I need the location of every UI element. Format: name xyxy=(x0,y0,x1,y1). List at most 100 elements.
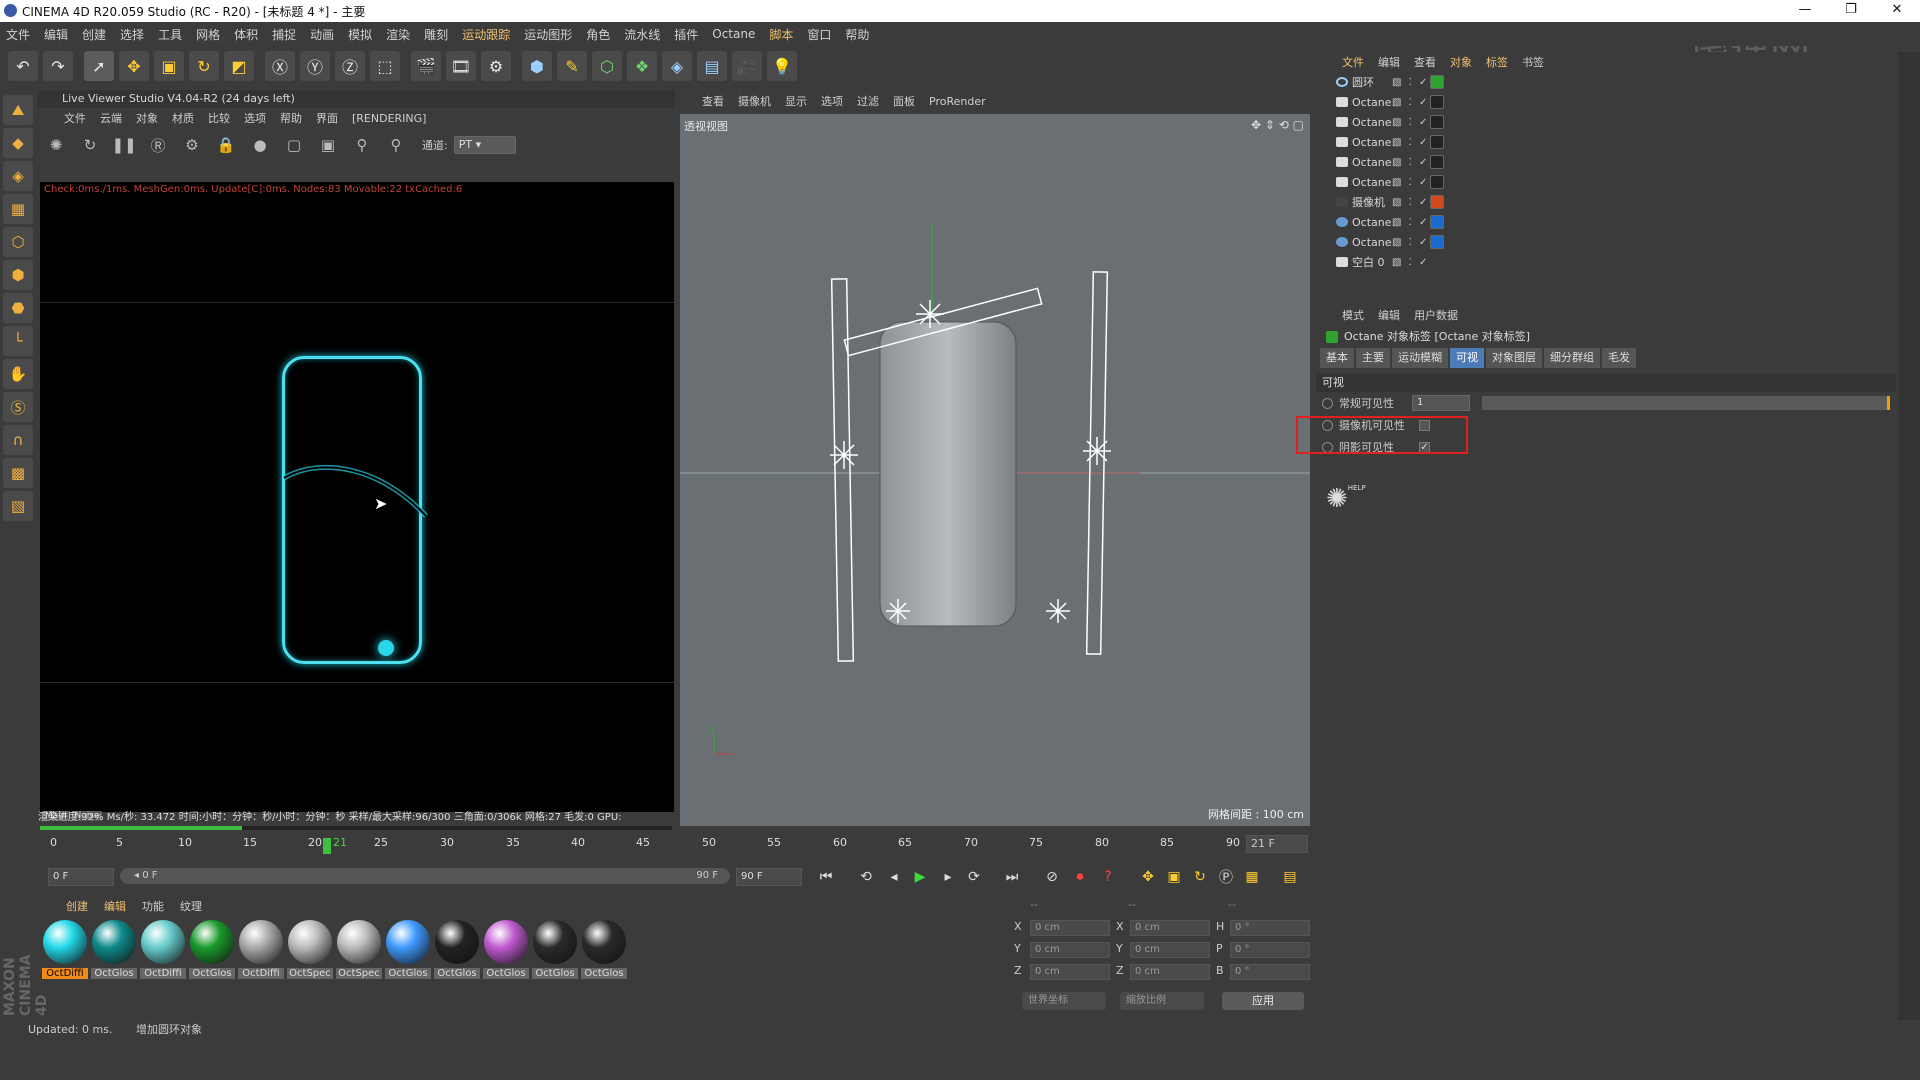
mat-menu-texture[interactable]: 纹理 xyxy=(180,898,202,914)
deformer-icon[interactable]: ◈ xyxy=(662,51,692,81)
menu-help[interactable]: 帮助 xyxy=(845,26,869,43)
octane-tag-icon[interactable] xyxy=(1430,155,1444,169)
material-preview-icon[interactable]: ● xyxy=(248,133,272,157)
render-canvas[interactable]: Check:0ms./1ms. MeshGen:0ms. Update[C]:0… xyxy=(40,182,674,812)
size-z-field[interactable]: 0 cm xyxy=(1130,964,1210,980)
obj-menu-view[interactable]: 查看 xyxy=(1414,54,1436,70)
rot-p-field[interactable]: 0 ° xyxy=(1230,942,1310,958)
object-row[interactable]: Octane ▧ ⁚ ✓ xyxy=(1316,132,1896,152)
mat-menu-create[interactable]: 创建 xyxy=(66,898,88,914)
object-flags[interactable]: ▧ ⁚ ✓ xyxy=(1392,237,1429,248)
octane-tag-icon[interactable] xyxy=(1430,195,1444,209)
vp-menu-filter[interactable]: 过滤 xyxy=(857,93,879,109)
tab-subdivision-group[interactable]: 细分群组 xyxy=(1544,348,1600,368)
pos-z-field[interactable]: 0 cm xyxy=(1030,964,1110,980)
size-y-field[interactable]: 0 cm xyxy=(1130,942,1210,958)
coord-mode-select[interactable]: 世界坐标 xyxy=(1022,992,1106,1010)
material-item[interactable]: OctGlos xyxy=(532,920,578,979)
timeline-ruler[interactable]: 0 5 10 15 20 21 25 30 35 40 45 50 55 60 … xyxy=(38,834,1312,856)
rotate-icon[interactable]: ↻ xyxy=(189,51,219,81)
light-icon[interactable]: 💡 xyxy=(767,51,797,81)
menu-motion-tracking[interactable]: 运动跟踪 xyxy=(462,26,510,43)
octane-tag-icon[interactable] xyxy=(1430,215,1444,229)
menu-render[interactable]: 渲染 xyxy=(386,26,410,43)
object-row[interactable]: 空白 0 ▧ ⁚ ✓ xyxy=(1316,252,1896,272)
start-frame-field[interactable]: 0 F xyxy=(48,868,114,886)
vp-menu-options[interactable]: 选项 xyxy=(821,93,843,109)
material-item[interactable]: OctDiffi xyxy=(42,920,88,979)
material-item[interactable]: OctGlos xyxy=(385,920,431,979)
tab-hair[interactable]: 毛发 xyxy=(1602,348,1636,368)
polygons-mode-icon[interactable]: ⬣ xyxy=(3,293,33,323)
go-to-start-icon[interactable]: ⏮ xyxy=(814,865,838,889)
object-row[interactable]: Octane ▧ ⁚ ✓ xyxy=(1316,152,1896,172)
subdivision-icon[interactable]: ⬡ xyxy=(592,51,622,81)
obj-menu-bookmarks[interactable]: 书签 xyxy=(1522,54,1544,70)
key-position-icon[interactable]: ✥ xyxy=(1136,865,1160,889)
scale-mode-select[interactable]: 缩放比例 xyxy=(1120,992,1204,1010)
edges-mode-icon[interactable]: ⬢ xyxy=(3,260,33,290)
octane-tag-icon[interactable] xyxy=(1430,75,1444,89)
prev-key-icon[interactable]: ⟲ xyxy=(854,865,878,889)
camera-icon[interactable]: 🎥 xyxy=(732,51,762,81)
material-item[interactable]: OctGlos xyxy=(434,920,480,979)
octane-tag-icon[interactable] xyxy=(1430,135,1444,149)
menu-animate[interactable]: 动画 xyxy=(310,26,334,43)
object-flags[interactable]: ▧ ⁚ ✓ xyxy=(1392,157,1429,168)
region-render-icon[interactable]: Ⓡ xyxy=(146,133,170,157)
menu-script[interactable]: 脚本 xyxy=(769,26,793,43)
menu-pipeline[interactable]: 流水线 xyxy=(624,26,660,43)
menu-tools[interactable]: 工具 xyxy=(158,26,182,43)
redo-icon[interactable]: ↷ xyxy=(43,51,73,81)
coordinate-system-icon[interactable]: ⬚ xyxy=(370,51,400,81)
menu-select[interactable]: 选择 xyxy=(120,26,144,43)
object-row[interactable]: 圆环 ▧ ⁚ ✓ xyxy=(1316,72,1896,92)
lock-icon[interactable]: 🔒 xyxy=(214,133,238,157)
menu-mograph[interactable]: 运动图形 xyxy=(524,26,572,43)
lv-menu-materials[interactable]: 材质 xyxy=(172,110,194,126)
octane-tag-icon[interactable] xyxy=(1430,235,1444,249)
attr-menu-mode[interactable]: 模式 xyxy=(1342,307,1364,323)
workplane-icon[interactable]: ▦ xyxy=(3,194,33,224)
go-to-end-icon[interactable]: ⏭ xyxy=(1000,865,1024,889)
menu-create[interactable]: 创建 xyxy=(82,26,106,43)
vp-menu-prorender[interactable]: ProRender xyxy=(929,95,986,108)
menu-edit[interactable]: 编辑 xyxy=(44,26,68,43)
tweak-mode-icon[interactable]: ✋ xyxy=(3,359,33,389)
axis-mode-icon[interactable]: └ xyxy=(3,326,33,356)
material-item[interactable]: OctDiffi xyxy=(238,920,284,979)
lv-menu-cloud[interactable]: 云端 xyxy=(100,110,122,126)
lv-menu-options[interactable]: 选项 xyxy=(244,110,266,126)
octane-tag-icon[interactable] xyxy=(1430,115,1444,129)
pen-spline-icon[interactable]: ✎ xyxy=(557,51,587,81)
lv-menu-objects[interactable]: 对象 xyxy=(136,110,158,126)
close-button[interactable]: ✕ xyxy=(1874,0,1920,22)
vp-menu-panel[interactable]: 面板 xyxy=(893,93,915,109)
general-visibility-slider[interactable] xyxy=(1482,396,1890,410)
apply-button[interactable]: 应用 xyxy=(1222,992,1304,1010)
object-row[interactable]: Octane ▧ ⁚ ✓ xyxy=(1316,92,1896,112)
pos-x-field[interactable]: 0 cm xyxy=(1030,920,1110,936)
anim-radio[interactable] xyxy=(1322,397,1333,409)
material-item[interactable]: OctDiffi xyxy=(140,920,186,979)
current-frame-field[interactable]: 21 F xyxy=(1246,835,1308,853)
menu-volume[interactable]: 体积 xyxy=(234,26,258,43)
tab-object-layer[interactable]: 对象图层 xyxy=(1486,348,1542,368)
pick-focus-icon[interactable]: ⚲ xyxy=(350,133,374,157)
material-item[interactable]: OctGlos xyxy=(581,920,627,979)
material-item[interactable]: OctSpec xyxy=(336,920,382,979)
render-settings-icon[interactable]: ⚙ xyxy=(481,51,511,81)
make-editable-icon[interactable]: ⛰ xyxy=(3,95,33,125)
model-mode-icon[interactable]: ◆ xyxy=(3,128,33,158)
object-flags[interactable]: ▧ ⁚ ✓ xyxy=(1392,197,1429,208)
channel-select[interactable]: PT ▾ xyxy=(453,136,516,154)
array-icon[interactable]: ❖ xyxy=(627,51,657,81)
menu-character[interactable]: 角色 xyxy=(586,26,610,43)
floor-icon[interactable]: ▤ xyxy=(697,51,727,81)
object-row[interactable]: 摄像机 ▧ ⁚ ✓ xyxy=(1316,192,1896,212)
vp-menu-cameras[interactable]: 摄像机 xyxy=(738,93,771,109)
attr-menu-edit[interactable]: 编辑 xyxy=(1378,307,1400,323)
next-frame-icon[interactable]: ▸ xyxy=(936,865,960,889)
object-flags[interactable]: ▧ ⁚ ✓ xyxy=(1392,137,1429,148)
layer-lock-icon[interactable]: ▧ xyxy=(3,491,33,521)
